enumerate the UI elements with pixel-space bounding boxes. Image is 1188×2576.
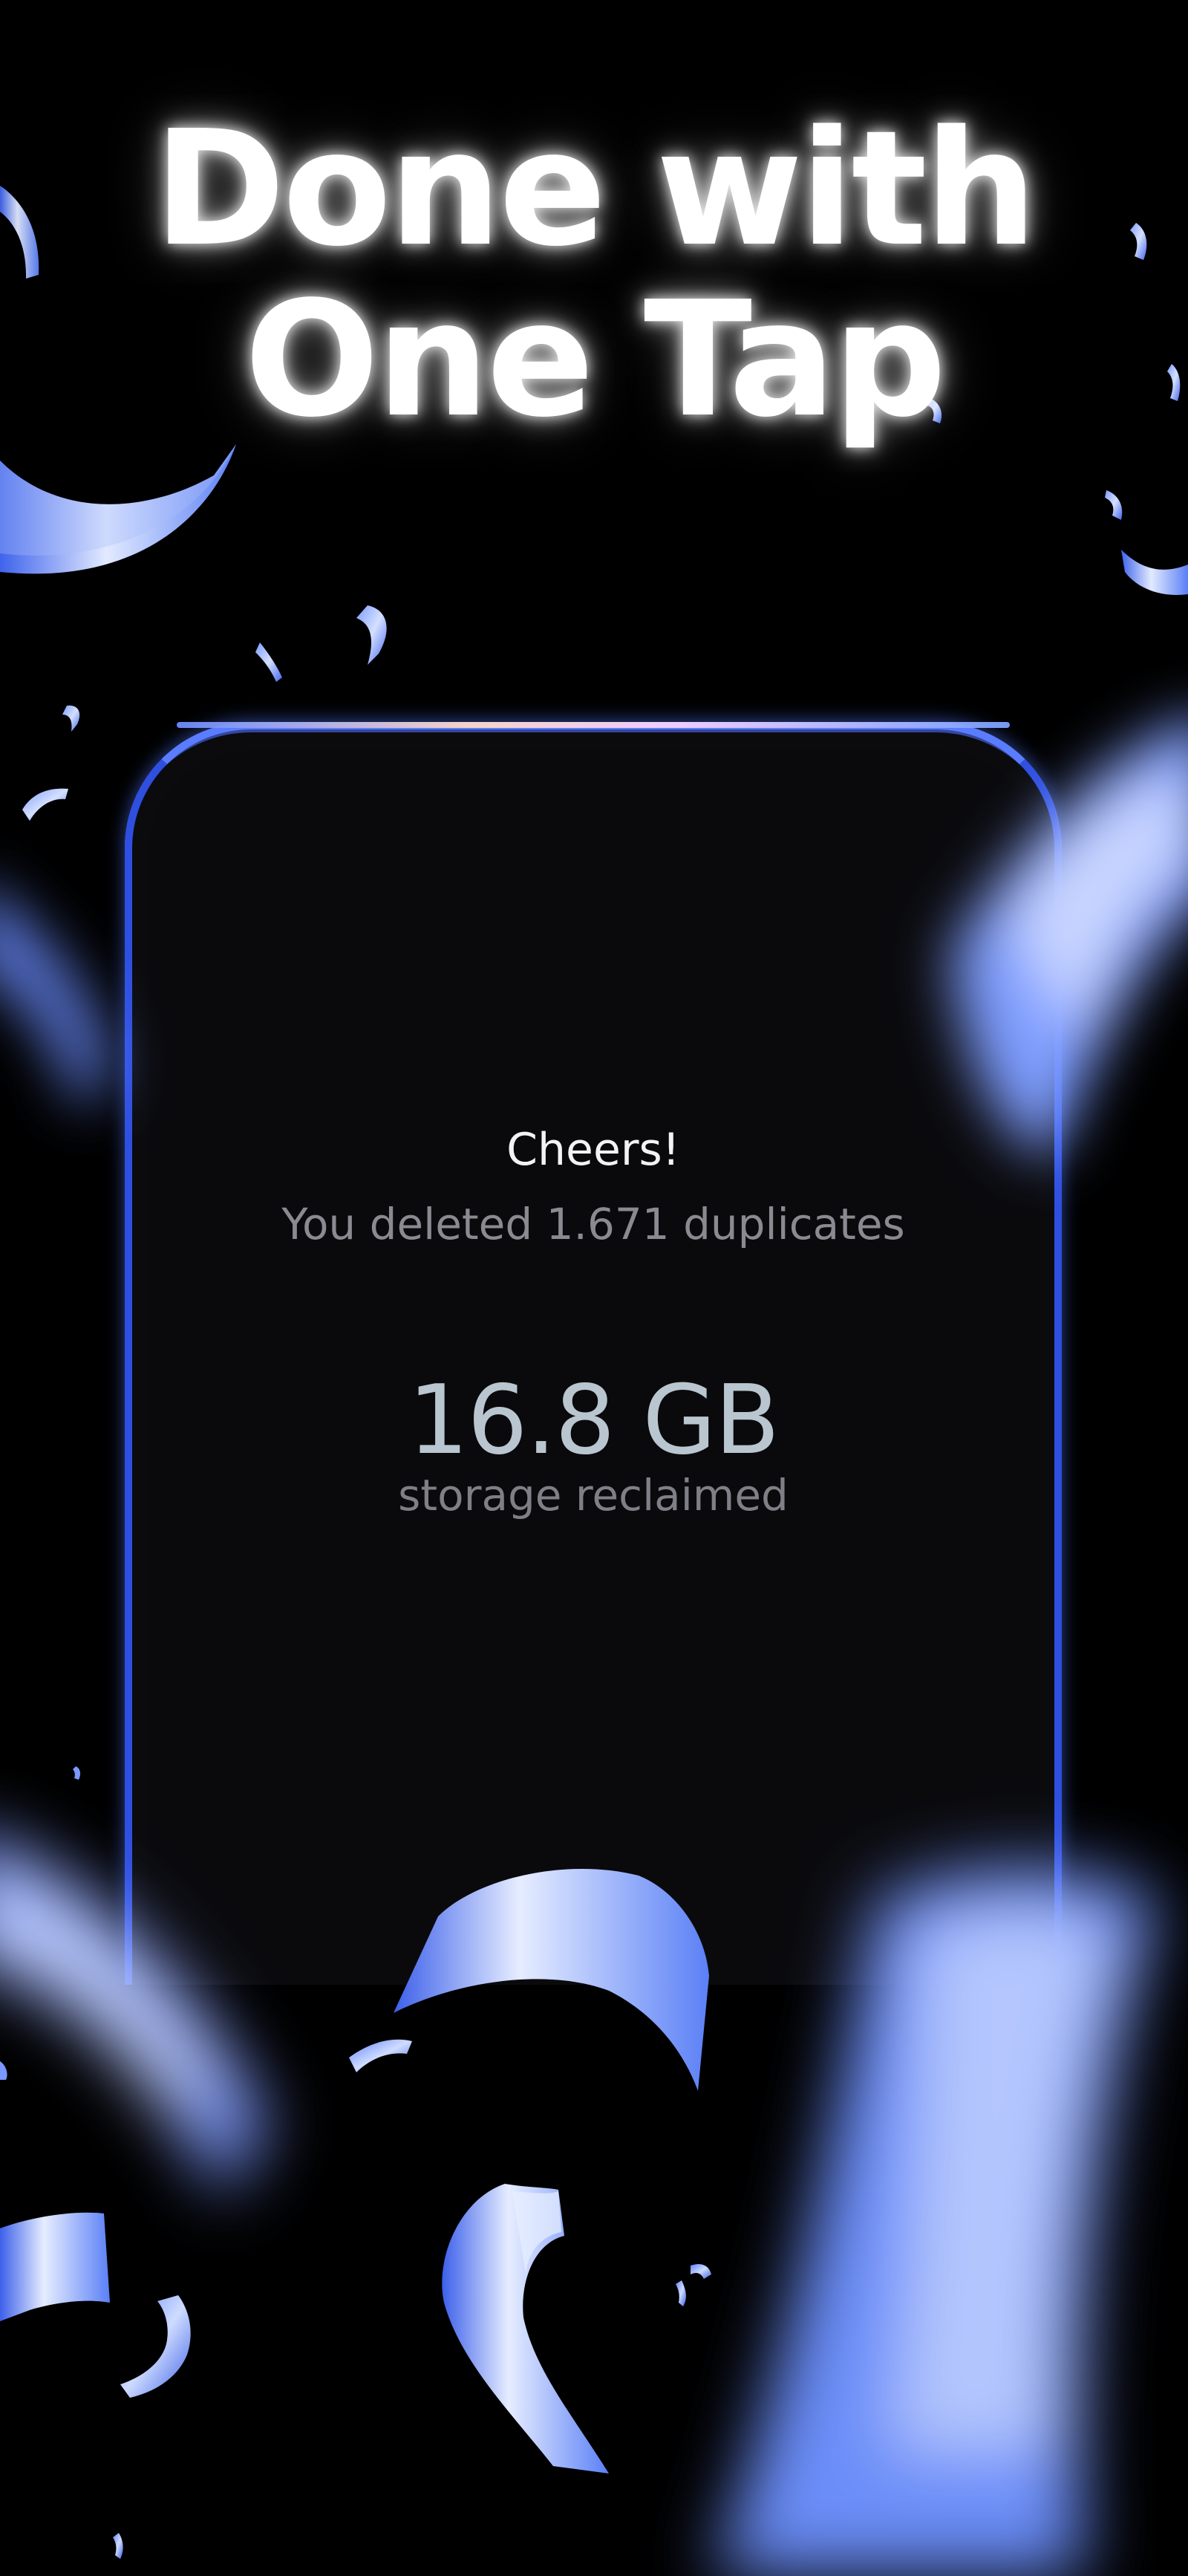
confetti-ribbon-icon [0,444,236,574]
confetti-ribbon-icon [512,2191,561,2273]
confetti-ribbon-icon [349,2039,412,2072]
confetti-ribbon-icon [1105,490,1123,520]
headline: Done with One Tap [0,104,1188,446]
result-subtitle: You deleted 1.671 duplicates [281,1199,905,1249]
confetti-ribbon-icon [113,2533,123,2559]
confetti-ribbon-icon [0,2061,7,2080]
storage-label: storage reclaimed [398,1470,789,1520]
blurred-confetti [0,900,111,1114]
confetti-ribbon-icon [356,605,387,665]
result-title: Cheers! [506,1124,680,1176]
headline-line-2: One Tap [244,267,947,452]
confetti-ribbon-icon [62,705,80,732]
confetti-ribbon-icon [0,444,236,556]
storage-amount: 16.8 GB [408,1365,780,1476]
headline-line-1: Done with [153,97,1037,282]
confetti-ribbon-icon [255,643,282,682]
app-store-screenshot: Done with One Tap Cheers! You deleted 1.… [0,0,1188,2576]
confetti-ribbon-icon [120,2295,191,2398]
confetti-ribbon-icon [0,2212,110,2321]
confetti-ribbon-icon [1121,550,1188,595]
storage-summary: 16.8 GB storage reclaimed [125,1365,1062,1523]
result-message: Cheers! You deleted 1.671 duplicates [125,1120,1062,1252]
confetti-ribbon-icon [691,2264,711,2279]
confetti-ribbon-icon [73,1766,81,1780]
confetti-ribbon-icon [676,2280,686,2306]
confetti-ribbon-icon [22,788,68,821]
confetti-ribbon-icon [442,2184,609,2473]
